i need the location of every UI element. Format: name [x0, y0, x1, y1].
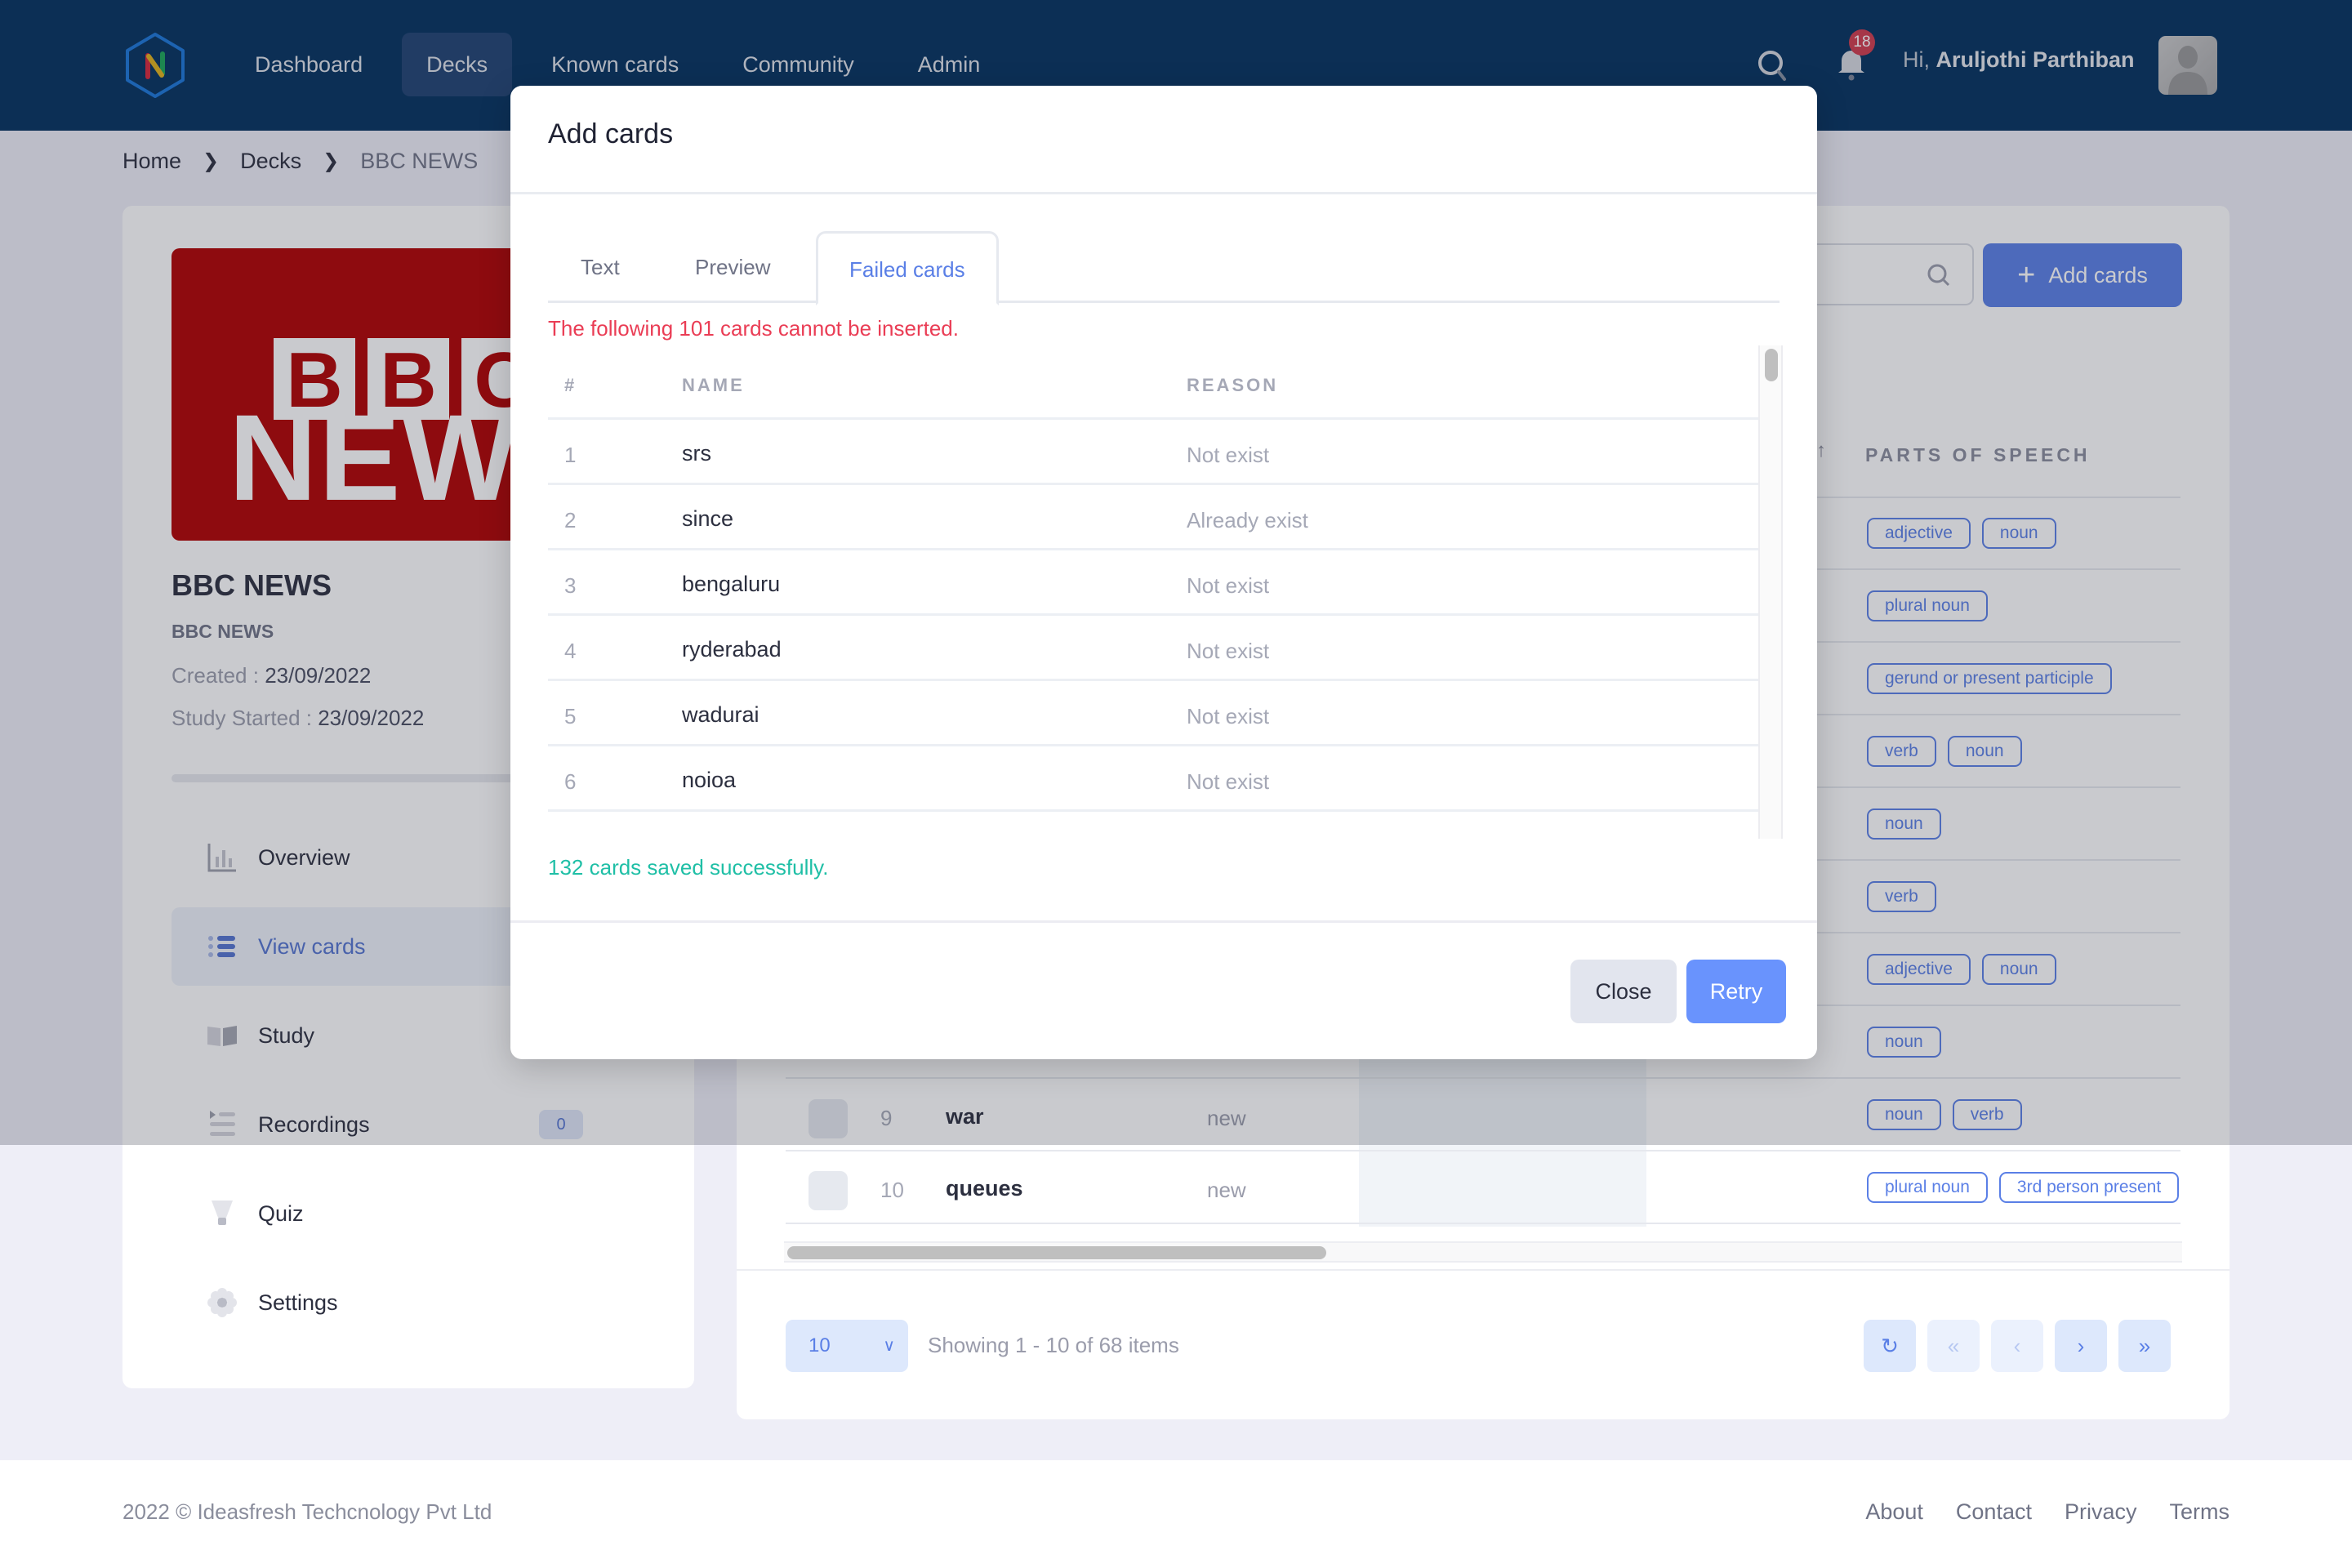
- modal-tabs: Text Preview Failed cards: [548, 231, 1780, 305]
- modal-title: Add cards: [548, 118, 674, 149]
- double-chevron-left-icon: «: [1947, 1333, 1960, 1358]
- failed-card-row: 6 noioa Not exist: [548, 744, 1758, 809]
- tab-failed-cards[interactable]: Failed cards: [816, 231, 999, 305]
- failed-card-row: 1 srs Not exist: [548, 417, 1758, 483]
- card-name: bengaluru: [682, 572, 781, 596]
- page-size-select[interactable]: 10 ∨: [786, 1320, 908, 1372]
- success-message: 132 cards saved successfully.: [548, 855, 829, 880]
- pos-tag-row: plural noun 3rd person present: [1867, 1172, 2180, 1203]
- scrollbar-thumb[interactable]: [1765, 349, 1778, 381]
- row-number: 10: [880, 1178, 904, 1202]
- menu-label: Quiz: [258, 1200, 304, 1226]
- failure-reason: Not exist: [1187, 769, 1270, 794]
- bulb-icon: [206, 1197, 238, 1230]
- close-button[interactable]: Close: [1570, 960, 1677, 1023]
- modal-footer-divider: [510, 920, 1817, 923]
- row-number: 5: [564, 704, 577, 728]
- footer: 2022 © Ideasfresh Techcnology Pvt Ltd Ab…: [0, 1460, 2352, 1568]
- pagination: ↻ « ‹ › »: [1864, 1320, 2171, 1372]
- card-name[interactable]: queues: [946, 1176, 1023, 1201]
- card-name: srs: [682, 441, 711, 466]
- add-cards-modal: Add cards Text Preview Failed cards The …: [510, 86, 1817, 1059]
- row-number: 7: [564, 835, 576, 839]
- failed-card-row: 2 since Already exist: [548, 483, 1758, 548]
- footer-link-privacy[interactable]: Privacy: [2065, 1499, 2137, 1525]
- pos-tag: plural noun: [1867, 1172, 1988, 1203]
- card-name: wadurai: [682, 702, 760, 727]
- failure-reason: Not exist: [1187, 704, 1270, 728]
- scrollbar-thumb[interactable]: [787, 1246, 1326, 1259]
- failure-reason: Not exist: [1187, 639, 1270, 663]
- copyright: 2022 © Ideasfresh Techcnology Pvt Ltd: [122, 1499, 492, 1524]
- row-number: 4: [564, 639, 577, 663]
- refresh-button[interactable]: ↻: [1864, 1320, 1916, 1372]
- row-divider: [786, 1150, 2180, 1152]
- failed-card-row: 5 wadurai Not exist: [548, 679, 1758, 744]
- failure-reason: Not exist: [1187, 443, 1270, 467]
- failure-reason: Not exist: [1187, 573, 1270, 598]
- row-number: 2: [564, 508, 577, 532]
- chevron-down-icon: ∨: [883, 1337, 895, 1355]
- column-header-number: #: [564, 375, 577, 395]
- failure-reason: Not exist: [1187, 835, 1269, 839]
- tab-preview[interactable]: Preview: [695, 231, 770, 303]
- card-name: since: [682, 506, 734, 531]
- failure-reason: Already exist: [1187, 508, 1308, 532]
- chevron-left-icon: ‹: [2013, 1333, 2021, 1358]
- page-size-value: 10: [808, 1334, 831, 1356]
- tab-text[interactable]: Text: [581, 231, 620, 303]
- failed-card-row: 7 Not exist: [548, 809, 1758, 839]
- card-name: ryderabad: [682, 637, 782, 662]
- failed-card-row: 3 bengaluru Not exist: [548, 548, 1758, 613]
- menu-item-settings[interactable]: Settings: [172, 1263, 662, 1342]
- next-page-button[interactable]: ›: [2055, 1320, 2107, 1372]
- footer-links: About Contact Privacy Terms: [1865, 1499, 2230, 1525]
- card-status: new: [1207, 1178, 1246, 1202]
- failed-cards-table: # NAME REASON 1 srs Not exist 2 since Already…: [548, 345, 1783, 839]
- menu-item-quiz[interactable]: Quiz: [172, 1174, 662, 1253]
- failed-cards-message: The following 101 cards cannot be insert…: [548, 316, 959, 341]
- modal-header-divider: [510, 192, 1817, 194]
- footer-link-about[interactable]: About: [1865, 1499, 1923, 1525]
- row-checkbox[interactable]: [808, 1171, 848, 1210]
- refresh-icon: ↻: [1881, 1333, 1899, 1358]
- retry-button[interactable]: Retry: [1686, 960, 1786, 1023]
- vertical-scrollbar[interactable]: [1758, 345, 1781, 839]
- horizontal-scrollbar[interactable]: [784, 1241, 2182, 1263]
- row-number: 1: [564, 443, 577, 467]
- last-page-button[interactable]: »: [2118, 1320, 2171, 1372]
- footer-link-contact[interactable]: Contact: [1956, 1499, 2032, 1525]
- column-header-reason: REASON: [1187, 375, 1279, 395]
- prev-page-button[interactable]: ‹: [1991, 1320, 2043, 1372]
- pagination-summary: Showing 1 - 10 of 68 items: [928, 1333, 1179, 1357]
- footer-link-terms[interactable]: Terms: [2170, 1499, 2230, 1525]
- gear-icon: [206, 1286, 238, 1319]
- column-header-name: NAME: [682, 375, 745, 395]
- card-name: noioa: [682, 768, 737, 792]
- first-page-button[interactable]: «: [1927, 1320, 1980, 1372]
- double-chevron-right-icon: »: [2138, 1333, 2151, 1358]
- chevron-right-icon: ›: [2077, 1333, 2085, 1358]
- pos-tag: 3rd person present: [1998, 1172, 2180, 1203]
- panel-divider: [737, 1269, 2230, 1271]
- row-number: 6: [564, 769, 577, 794]
- failed-card-row: 4 ryderabad Not exist: [548, 613, 1758, 679]
- row-number: 3: [564, 573, 577, 598]
- row-divider: [786, 1223, 2180, 1224]
- menu-label: Settings: [258, 1290, 338, 1315]
